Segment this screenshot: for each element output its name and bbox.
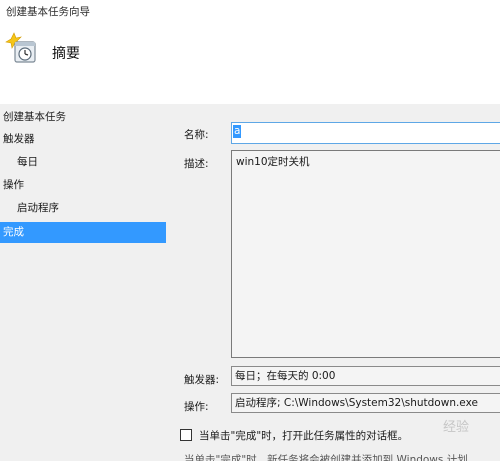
- action-value: 启动程序; C:\Windows\System32\shutdown.exe: [235, 397, 478, 409]
- task-scheduler-icon: [5, 32, 36, 63]
- open-properties-checkbox[interactable]: [180, 429, 192, 441]
- sidebar-item-create-basic-task[interactable]: 创建基本任务: [0, 107, 166, 128]
- watermark-logo: 经验: [443, 420, 470, 435]
- trigger-value: 每日；在每天的 0:00: [235, 370, 336, 382]
- description-field-value: win10定时关机: [236, 156, 310, 168]
- name-field-value: a: [233, 125, 242, 138]
- sidebar-item-daily[interactable]: 每日: [0, 152, 166, 173]
- open-properties-checkbox-label[interactable]: 当单击"完成"时，打开此任务属性的对话框。: [199, 428, 408, 443]
- page-title: 摘要: [52, 46, 80, 62]
- action-value-field: 启动程序; C:\Windows\System32\shutdown.exe: [231, 393, 500, 413]
- name-label: 名称:: [184, 129, 209, 141]
- sidebar-item-finish[interactable]: 完成: [0, 222, 166, 243]
- description-field[interactable]: win10定时关机: [231, 150, 500, 358]
- description-label: 描述:: [184, 158, 209, 170]
- sidebar-item-action[interactable]: 操作: [0, 175, 166, 196]
- trigger-label: 触发器:: [184, 374, 220, 386]
- finish-info-text: 当单击"完成"时，新任务将会被创建并添加到 Windows 计划: [184, 454, 468, 461]
- window-title: 创建基本任务向导: [6, 6, 90, 18]
- sidebar-item-start-program[interactable]: 启动程序: [0, 198, 166, 219]
- name-field[interactable]: a: [231, 122, 500, 144]
- action-label: 操作:: [184, 401, 209, 413]
- trigger-value-field: 每日；在每天的 0:00: [231, 366, 500, 386]
- sidebar-item-trigger[interactable]: 触发器: [0, 129, 166, 150]
